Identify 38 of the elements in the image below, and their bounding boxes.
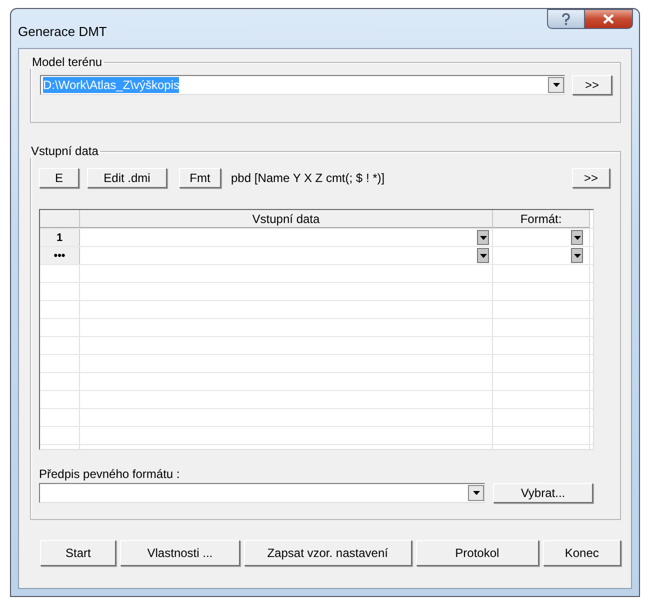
dropdown-button[interactable] [571,248,583,263]
more-button[interactable]: >> [572,168,610,188]
dropdown-button[interactable] [548,77,564,93]
format-text: pbd [Name Y X Z cmt(; $ ! *)] [231,171,385,185]
select-button[interactable]: Vybrat... [493,483,593,503]
question-mark-icon [561,12,571,26]
caret-icon [480,236,486,240]
dialog-button[interactable]: Start [40,540,116,566]
caret-icon [574,254,580,258]
toolbar-button[interactable]: E [39,168,79,188]
format-combo[interactable] [39,483,485,503]
window-title: Generace DMT [18,24,107,39]
close-button[interactable] [585,9,633,29]
dialog-button[interactable]: Konec [542,540,622,566]
group-title: Model terénu [31,55,104,69]
row-header[interactable]: 1 [40,229,80,246]
field-label: Předpis pevného formátu : [39,467,181,481]
caret-icon [552,83,560,87]
dialog-button[interactable]: Protokol [416,540,539,566]
dropdown-button[interactable] [571,230,583,245]
toolbar-button[interactable]: Edit .dmi [87,168,167,188]
close-icon [603,14,614,24]
browse-button[interactable]: >> [572,75,612,95]
dialog-button[interactable]: Vlastnosti ... [120,540,240,566]
row-header[interactable]: ••• [40,247,80,264]
caret-icon [472,491,480,495]
dropdown-button[interactable] [477,230,489,245]
caret-icon [574,236,580,240]
combo-value: D:\Work\Atlas_Z\výškopis [43,77,180,93]
help-button[interactable] [547,9,585,29]
toolbar-button[interactable]: Fmt [179,168,221,188]
caret-icon [480,254,486,258]
dropdown-button[interactable] [468,485,484,501]
dialog-button[interactable]: Zapsat vzor. nastavení [244,540,412,566]
dropdown-button[interactable] [477,248,489,263]
column-header[interactable]: Vstupní data [80,210,493,228]
group-title: Vstupní data [30,144,100,158]
column-header[interactable]: Formát: [493,210,590,228]
